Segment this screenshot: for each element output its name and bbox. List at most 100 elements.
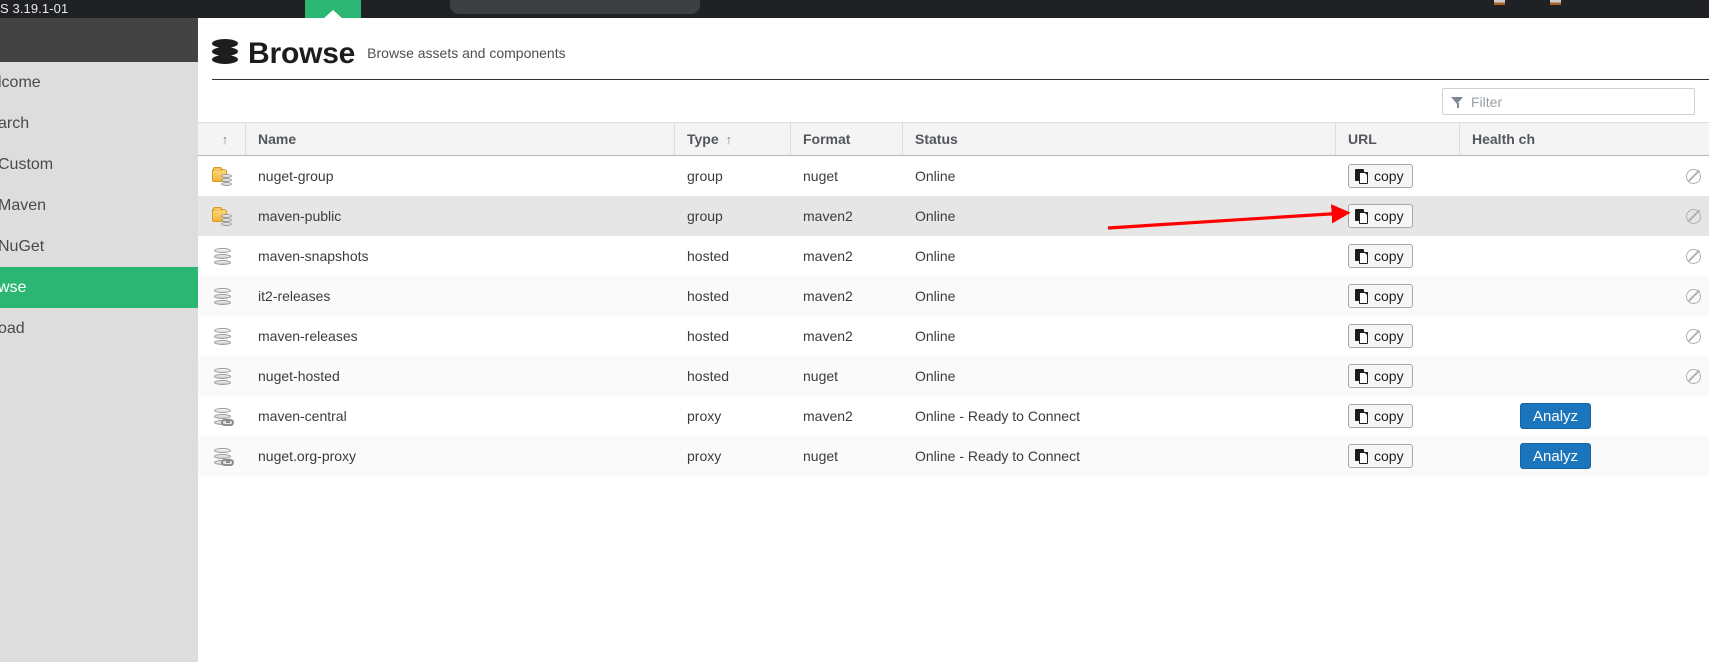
filter-input-wrapper[interactable]: Filter bbox=[1442, 88, 1695, 115]
cell-format-text: maven2 bbox=[803, 288, 853, 304]
table-row[interactable]: nuget-hosted hosted nuget Online copy bbox=[198, 356, 1709, 396]
cell-format-text: maven2 bbox=[803, 208, 853, 224]
column-header-type[interactable]: Type ↑ bbox=[675, 123, 791, 155]
column-header-label: Health ch bbox=[1472, 131, 1536, 147]
group-repository-icon bbox=[212, 166, 232, 186]
cell-name-text: nuget-group bbox=[258, 168, 334, 184]
sidebar-item-search-maven[interactable]: Maven bbox=[0, 185, 198, 226]
cell-format: maven2 bbox=[791, 276, 903, 316]
browser-address-bar[interactable] bbox=[450, 0, 700, 14]
column-header-name[interactable]: Name bbox=[246, 123, 675, 155]
column-header-icon[interactable]: ↑ bbox=[198, 123, 246, 155]
page-header: Browse Browse assets and components bbox=[212, 28, 1709, 80]
page-title: Browse bbox=[248, 36, 356, 70]
cell-name: maven-public bbox=[246, 196, 675, 236]
copy-url-button[interactable]: copy bbox=[1348, 444, 1413, 468]
cell-health-check bbox=[1460, 196, 1709, 236]
copy-url-button[interactable]: copy bbox=[1348, 164, 1413, 188]
table-row[interactable]: it2-releases hosted maven2 Online copy bbox=[198, 276, 1709, 316]
column-header-label: URL bbox=[1348, 131, 1377, 147]
column-header-status[interactable]: Status bbox=[903, 123, 1336, 155]
analyze-button-label: Analyz bbox=[1533, 407, 1579, 425]
copy-button-label: copy bbox=[1374, 448, 1404, 464]
sidebar-item-label: Maven bbox=[0, 196, 47, 214]
cell-type-text: hosted bbox=[687, 368, 730, 384]
health-check-disabled-icon bbox=[1686, 248, 1701, 264]
database-icon bbox=[212, 38, 238, 69]
cell-type: hosted bbox=[675, 236, 791, 276]
cell-name-text: maven-public bbox=[258, 208, 342, 224]
table-row[interactable]: nuget-group group nuget Online copy bbox=[198, 156, 1709, 196]
copy-url-button[interactable]: copy bbox=[1348, 324, 1413, 348]
column-header-url[interactable]: URL bbox=[1336, 123, 1460, 155]
cell-health-check bbox=[1460, 276, 1709, 316]
copy-url-button[interactable]: copy bbox=[1348, 364, 1413, 388]
sidebar-item-search[interactable]: arch bbox=[0, 103, 198, 144]
table-row[interactable]: nuget.org-proxy proxy nuget Online - Ready … bbox=[198, 436, 1709, 476]
cell-url: copy bbox=[1336, 396, 1460, 436]
browser-tab-active[interactable] bbox=[305, 0, 361, 18]
copy-url-button[interactable]: copy bbox=[1348, 244, 1413, 268]
cell-format-text: nuget bbox=[803, 168, 839, 184]
sidebar-item-search-nuget[interactable]: NuGet bbox=[0, 226, 198, 267]
cell-name: nuget-group bbox=[246, 156, 675, 196]
column-header-health[interactable]: Health ch bbox=[1460, 123, 1709, 155]
hosted-repository-icon bbox=[212, 367, 232, 386]
cell-type: hosted bbox=[675, 356, 791, 396]
cell-url: copy bbox=[1336, 316, 1460, 356]
cell-status-text: Online bbox=[915, 208, 956, 224]
cell-status: Online bbox=[903, 276, 1336, 316]
copy-url-button[interactable]: copy bbox=[1348, 204, 1413, 228]
copy-url-button[interactable]: copy bbox=[1348, 404, 1413, 428]
table-row[interactable]: maven-public group maven2 Online copy bbox=[198, 196, 1709, 236]
cell-status-text: Online bbox=[915, 248, 956, 264]
sidebar-header-bar bbox=[0, 18, 198, 62]
analyze-button[interactable]: Analyz bbox=[1520, 403, 1592, 429]
copy-button-label: copy bbox=[1374, 208, 1404, 224]
cell-format-text: maven2 bbox=[803, 408, 853, 424]
cell-name: nuget.org-proxy bbox=[246, 436, 675, 476]
sidebar-item-label: lcome bbox=[0, 73, 41, 91]
copy-icon bbox=[1355, 288, 1369, 304]
cell-health-check bbox=[1460, 236, 1709, 276]
cell-format: nuget bbox=[791, 436, 903, 476]
page-subtitle: Browse assets and components bbox=[367, 44, 566, 61]
sidebar-item-search-custom[interactable]: Custom bbox=[0, 144, 198, 185]
hosted-repository-icon bbox=[212, 287, 232, 306]
column-header-format[interactable]: Format bbox=[791, 123, 903, 155]
cell-health-check: Analyz bbox=[1460, 396, 1709, 436]
analyze-button-label: Analyz bbox=[1533, 447, 1579, 465]
sidebar-item-upload[interactable]: oad bbox=[0, 308, 198, 349]
sidebar-item-label: oad bbox=[0, 319, 25, 337]
browser-extension-icon-1[interactable] bbox=[1494, 0, 1505, 5]
cell-url: copy bbox=[1336, 156, 1460, 196]
filter-input[interactable]: Filter bbox=[1471, 94, 1502, 110]
table-row[interactable]: maven-central proxy maven2 Online - Ready t… bbox=[198, 396, 1709, 436]
cell-status-text: Online - Ready to Connect bbox=[915, 448, 1080, 464]
cell-type: proxy bbox=[675, 396, 791, 436]
table-row[interactable]: maven-releases hosted maven2 Online copy bbox=[198, 316, 1709, 356]
sidebar-item-welcome[interactable]: lcome bbox=[0, 62, 198, 103]
main-content: Browse Browse assets and components Filt… bbox=[198, 18, 1709, 662]
copy-url-button[interactable]: copy bbox=[1348, 284, 1413, 308]
copy-button-label: copy bbox=[1374, 408, 1404, 424]
app-root: S 3.19.1-01 lcome arch Custom Maven NuGet wse… bbox=[0, 0, 1709, 662]
cell-status: Online bbox=[903, 356, 1336, 396]
cell-format: nuget bbox=[791, 156, 903, 196]
cell-status: Online bbox=[903, 196, 1336, 236]
browser-extension-icon-2[interactable] bbox=[1550, 0, 1561, 5]
copy-icon bbox=[1355, 168, 1369, 184]
cell-url: copy bbox=[1336, 236, 1460, 276]
cell-type-text: group bbox=[687, 208, 723, 224]
cell-repository-icon bbox=[198, 316, 246, 356]
table-row[interactable]: maven-snapshots hosted maven2 Online copy bbox=[198, 236, 1709, 276]
cell-health-check bbox=[1460, 356, 1709, 396]
sidebar-item-browse[interactable]: wse bbox=[0, 267, 198, 308]
cell-url: copy bbox=[1336, 356, 1460, 396]
cell-format-text: nuget bbox=[803, 448, 839, 464]
sort-ascending-icon: ↑ bbox=[221, 131, 229, 147]
cell-format: nuget bbox=[791, 356, 903, 396]
cell-type-text: hosted bbox=[687, 248, 730, 264]
analyze-button[interactable]: Analyz bbox=[1520, 443, 1592, 469]
cell-status-text: Online - Ready to Connect bbox=[915, 408, 1080, 424]
